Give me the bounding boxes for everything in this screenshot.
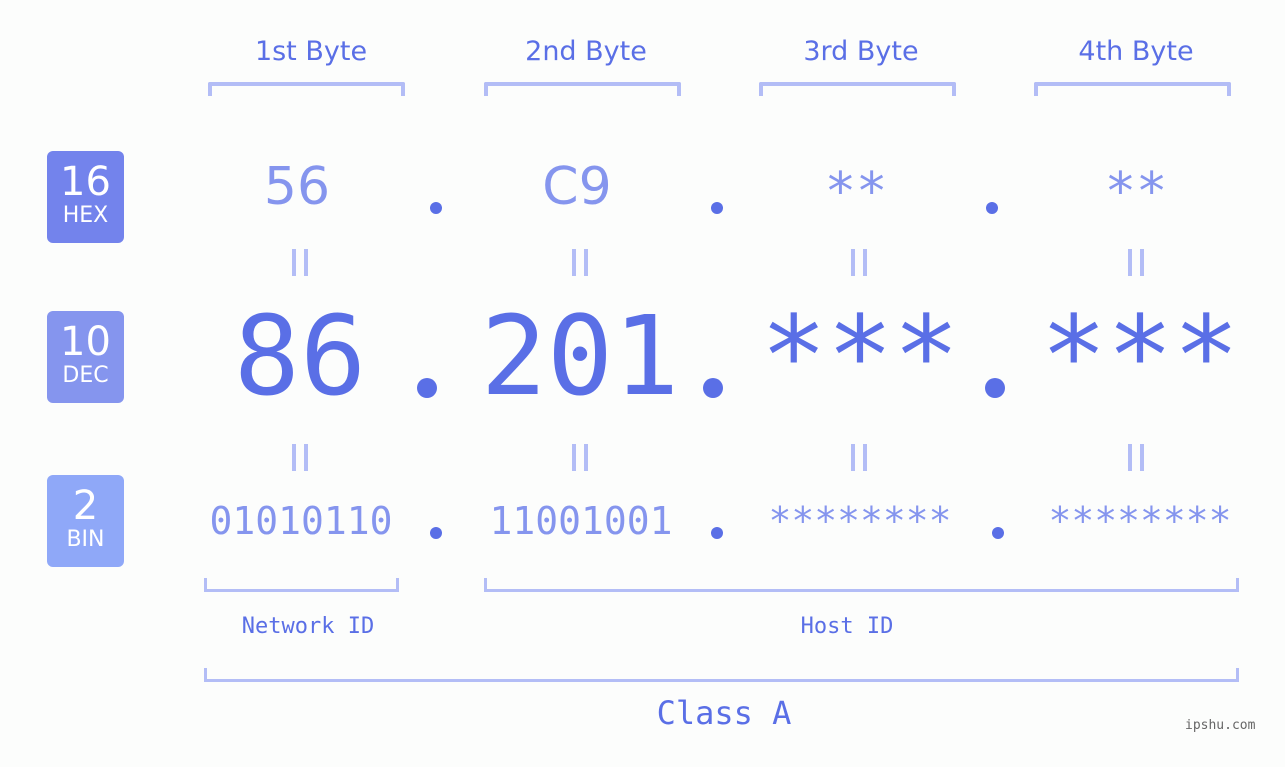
byte-header-2: 2nd Byte: [525, 36, 647, 67]
byte-header-4: 4th Byte: [1078, 36, 1194, 67]
network-id-bracket: [204, 578, 399, 592]
equals-icon: [739, 440, 979, 480]
bin-badge-number: 2: [72, 483, 99, 529]
bin-value-3: ********: [768, 499, 952, 543]
byte-bracket-1: [208, 82, 405, 96]
equals-icon: [739, 245, 979, 285]
dec-value-1: 86: [233, 292, 367, 420]
class-label: Class A: [656, 694, 792, 732]
hex-badge: 16 HEX: [47, 151, 124, 243]
equals-icon: [180, 440, 420, 480]
dec-separator-dot: [703, 378, 723, 398]
dec-badge-number: 10: [60, 319, 111, 365]
hex-value-2: C9: [542, 157, 612, 217]
byte-bracket-3: [759, 82, 956, 96]
watermark: ipshu.com: [1185, 718, 1256, 733]
bin-separator-dot: [992, 527, 1004, 539]
host-id-label: Host ID: [800, 614, 894, 639]
equals-icon: [1016, 440, 1256, 480]
byte-header-1: 1st Byte: [254, 36, 368, 67]
dec-value-2: 201: [480, 292, 680, 420]
bin-badge-label: BIN: [66, 527, 105, 552]
hex-separator-dot: [986, 202, 998, 214]
byte-bracket-4: [1034, 82, 1231, 96]
hex-value-4: **: [1104, 162, 1168, 222]
dec-value-3: ***: [760, 292, 960, 420]
bin-value-1: 01010110: [209, 499, 393, 543]
bin-badge: 2 BIN: [47, 475, 124, 567]
hex-separator-dot: [711, 202, 723, 214]
dec-badge-label: DEC: [62, 363, 109, 388]
equals-icon: [180, 245, 420, 285]
hex-badge-number: 16: [60, 159, 111, 205]
network-id-label: Network ID: [241, 614, 375, 639]
equals-icon: [460, 440, 700, 480]
hex-value-3: **: [824, 162, 888, 222]
bin-separator-dot: [711, 527, 723, 539]
dec-separator-dot: [985, 378, 1005, 398]
dec-separator-dot: [417, 378, 437, 398]
equals-icon: [1016, 245, 1256, 285]
bin-value-2: 11001001: [489, 499, 673, 543]
hex-separator-dot: [430, 202, 442, 214]
dec-badge: 10 DEC: [47, 311, 124, 403]
host-id-bracket: [484, 578, 1239, 592]
hex-value-1: 56: [263, 157, 331, 217]
dec-value-4: ***: [1040, 292, 1240, 420]
class-bracket: [204, 668, 1239, 682]
equals-icon: [460, 245, 700, 285]
byte-header-3: 3rd Byte: [803, 36, 919, 67]
hex-badge-label: HEX: [62, 203, 109, 228]
bin-separator-dot: [430, 527, 442, 539]
byte-bracket-2: [484, 82, 681, 96]
bin-value-4: ********: [1048, 499, 1232, 543]
